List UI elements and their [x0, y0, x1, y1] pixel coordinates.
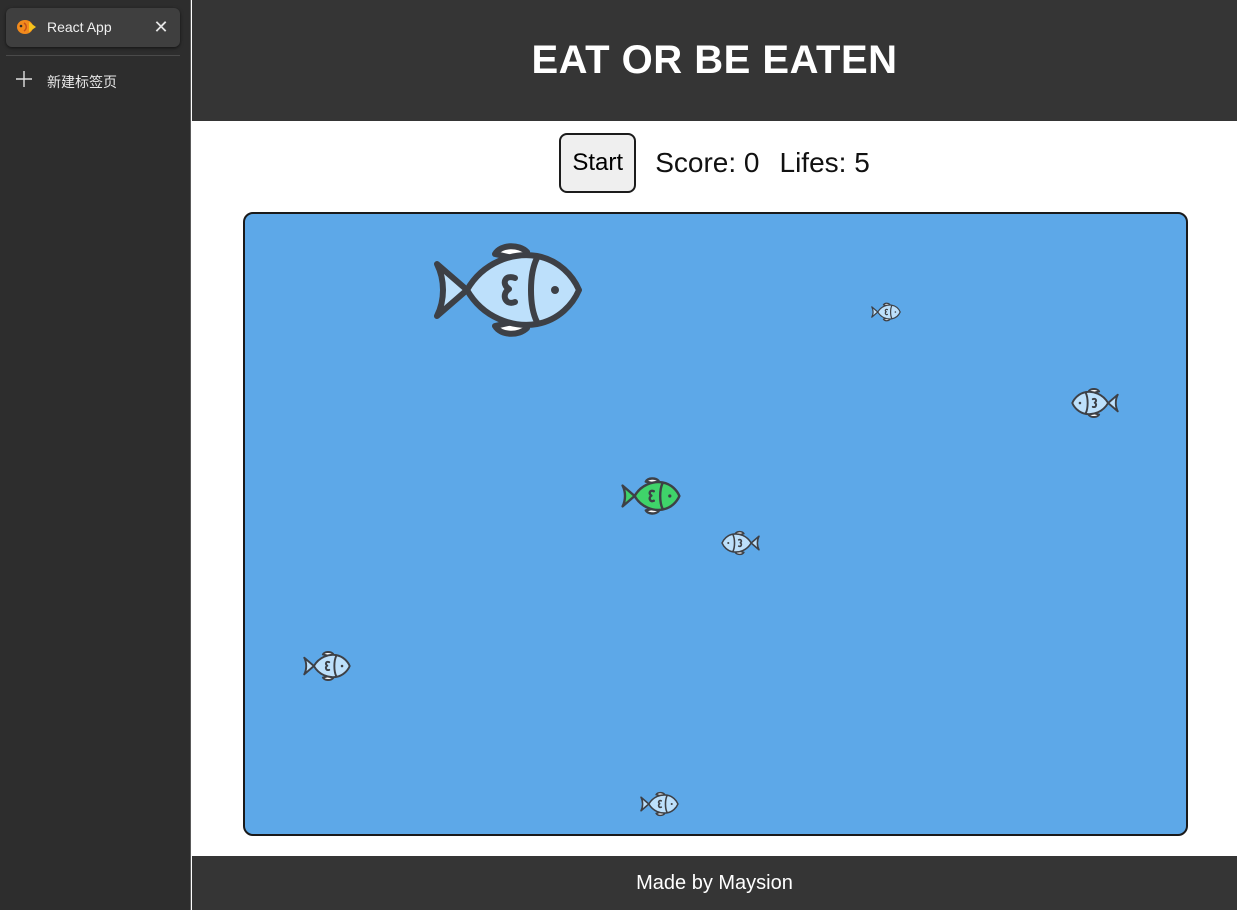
close-icon[interactable]: ✕ [152, 18, 170, 36]
browser-tab-sidebar: React App ✕ 新建标签页 [0, 0, 191, 910]
game-controls: Start Score: 0 Lifes: 5 [192, 133, 1237, 193]
lifes-display: Lifes: 5 [779, 147, 870, 178]
enemy-fish-center [721, 530, 760, 556]
footer-credit: Made by Maysion [636, 871, 793, 894]
game-pond[interactable] [243, 212, 1188, 836]
tab-react-app[interactable]: React App ✕ [6, 8, 180, 47]
new-tab-button[interactable]: 新建标签页 [6, 64, 180, 96]
enemy-fish-bottom [640, 791, 679, 817]
app-header: EAT OR BE EATEN [192, 0, 1237, 121]
score-display: Score: 0 [655, 147, 760, 178]
app-footer: Made by Maysion [192, 856, 1237, 910]
sidebar-divider [6, 55, 180, 56]
enemy-fish-left [303, 650, 351, 682]
game-title: EAT OR BE EATEN [531, 38, 898, 82]
game-app: EAT OR BE EATEN Start Score: 0 Lifes: 5 … [192, 0, 1237, 910]
enemy-fish-tiny [871, 302, 901, 322]
new-tab-label: 新建标签页 [47, 75, 117, 91]
plus-icon [15, 70, 33, 88]
tab-title: React App [47, 19, 112, 35]
player-fish[interactable] [621, 476, 681, 516]
start-button[interactable]: Start [559, 133, 637, 193]
enemy-fish-right [1071, 387, 1119, 419]
enemy-fish-large [433, 240, 583, 340]
fish-favicon-icon [15, 18, 37, 36]
